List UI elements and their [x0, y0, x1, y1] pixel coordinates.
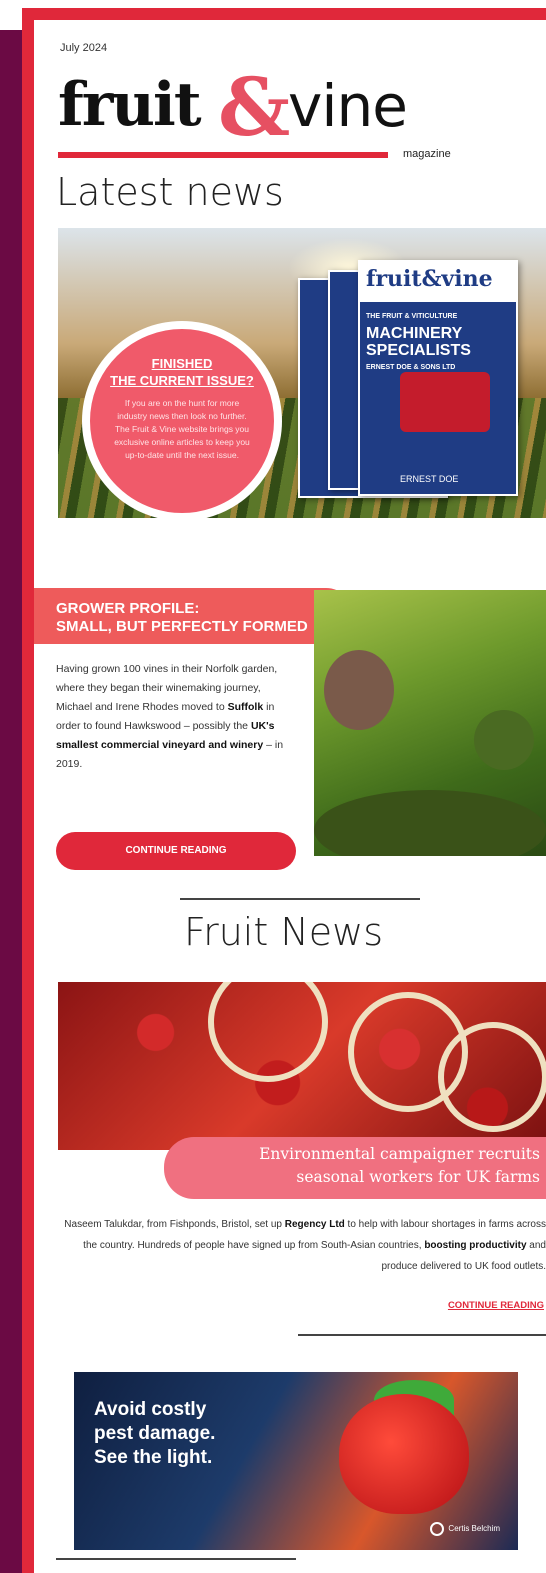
fruit-vine-logo[interactable]: fruit & vine magazine	[58, 60, 458, 160]
logo-word-vine: vine	[288, 72, 408, 140]
logo-ampersand: &	[218, 60, 291, 154]
basket-handle	[208, 982, 328, 1082]
magazine-masthead: fruit&vine	[360, 262, 516, 302]
vineyard-field-image[interactable]	[314, 590, 546, 856]
left-sidebar	[0, 0, 22, 1573]
top-spacer	[0, 0, 22, 30]
fruit-body-bold-1: Regency Ltd	[284, 1219, 345, 1230]
magazine-cover-front: fruit&vine THE FRUIT & VITICULTURE MACHI…	[358, 260, 518, 496]
tractor-image	[400, 372, 490, 432]
tree-shape	[324, 650, 394, 730]
section-title-fruit-news: Fruit News	[184, 910, 384, 954]
grower-profile-banner: GROWER PROFILE: SMALL, BUT PERFECTLY FOR…	[34, 588, 354, 644]
grower-banner-line1: GROWER PROFILE:	[56, 600, 200, 617]
section-title-latest-news: Latest news	[56, 170, 284, 214]
finished-issue-circle[interactable]: FINISHED THE CURRENT ISSUE? If you are o…	[84, 323, 280, 518]
magazine-headline-1: MACHINERY	[366, 325, 463, 342]
fruit-headline-2: seasonal workers for UK farms	[296, 1168, 540, 1186]
fruit-headline-banner[interactable]: Environmental campaigner recruits season…	[164, 1137, 546, 1199]
hero-banner[interactable]: fruit&vine THE FRUIT & VITICULTURE MACHI…	[58, 228, 546, 518]
newsletter-content: July 2024 fruit & vine magazine Latest n…	[34, 20, 546, 1573]
ad-headline: Avoid costly pest damage. See the light.	[94, 1398, 215, 1470]
strawberry-graphic	[339, 1394, 469, 1514]
grower-banner-line2: SMALL, BUT PERFECTLY FORMED	[56, 618, 308, 635]
certis-logo-icon	[430, 1522, 445, 1536]
tree-shape	[474, 710, 534, 770]
issue-date: July 2024	[60, 42, 108, 54]
certis-belchim-ad[interactable]: Avoid costly pest damage. See the light.…	[74, 1372, 518, 1550]
ad-line-2: pest damage.	[94, 1423, 216, 1444]
magazine-brand: ERNEST DOE	[400, 474, 459, 484]
circle-title-1: FINISHED	[151, 356, 213, 371]
magazine-kicker: THE FRUIT & VITICULTURE	[366, 313, 458, 320]
ad-brand: Certis Belchim	[430, 1522, 500, 1536]
grower-bold-1: Suffolk	[227, 701, 264, 713]
fruit-headline-1: Environmental campaigner recruits	[259, 1145, 540, 1163]
fruit-body-bold-2: boosting productivity	[424, 1240, 527, 1251]
section-divider	[298, 1334, 546, 1336]
basket-handle	[438, 1022, 546, 1132]
logo-magazine-label: magazine	[403, 148, 451, 160]
logo-underline	[58, 152, 388, 158]
section-divider	[56, 1558, 296, 1560]
strawberry-image[interactable]	[58, 982, 546, 1150]
ad-line-3: See the light.	[94, 1447, 213, 1468]
hedge-shape	[314, 790, 546, 856]
ad-brand-text: Certis Belchim	[448, 1524, 500, 1534]
magazine-headline-2: SPECIALISTS	[366, 342, 471, 359]
section-divider	[180, 898, 420, 900]
logo-word-fruit: fruit	[58, 70, 202, 140]
magazine-headline: THE FRUIT & VITICULTURE MACHINERY SPECIA…	[360, 302, 516, 382]
circle-body: If you are on the hunt for more industry…	[114, 398, 250, 460]
ad-line-1: Avoid costly	[94, 1399, 207, 1420]
fruit-continue-reading-link[interactable]: CONTINUE READING	[448, 1300, 544, 1311]
fruit-body-1: Naseem Talukdar, from Fishponds, Bristol…	[64, 1219, 285, 1230]
fruit-news-body: Naseem Talukdar, from Fishponds, Bristol…	[58, 1214, 546, 1277]
grower-profile-text: Having grown 100 vines in their Norfolk …	[56, 660, 296, 774]
grower-continue-reading-button[interactable]: CONTINUE READING	[56, 832, 296, 870]
magazine-covers: fruit&vine THE FRUIT & VITICULTURE MACHI…	[298, 260, 528, 518]
circle-title-2: THE CURRENT ISSUE?	[110, 373, 254, 388]
